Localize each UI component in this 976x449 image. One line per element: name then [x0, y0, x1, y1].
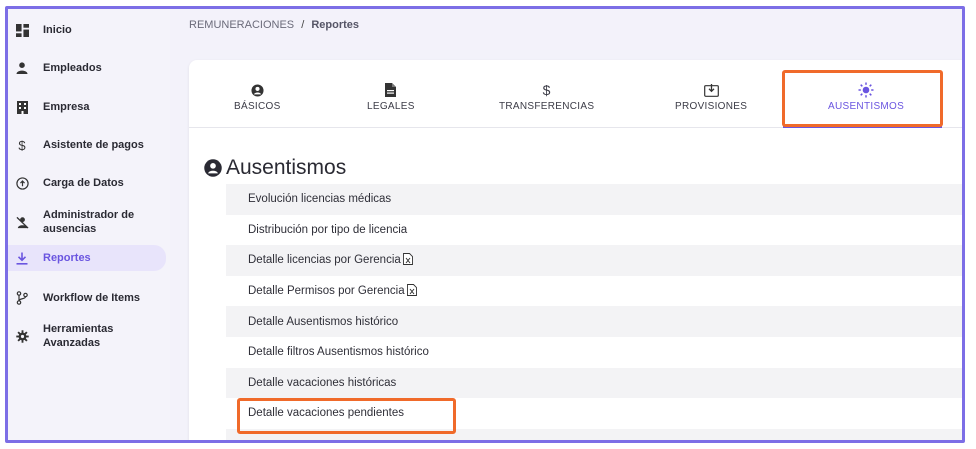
sidebar-item-empresa[interactable]: Empresa: [8, 96, 166, 118]
person-icon: [13, 59, 31, 77]
gear-icon: [13, 327, 31, 345]
tab-legales[interactable]: LEGALES: [367, 82, 415, 112]
tab-label: AUSENTISMOS: [828, 101, 905, 112]
list-item[interactable]: Detalle vacaciones pendientes: [226, 398, 962, 429]
report-list: Evolución licencias médicas Distribución…: [226, 184, 962, 440]
list-item[interactable]: Detalle vacaciones históricas: [226, 367, 962, 399]
sidebar-item-reportes[interactable]: Reportes: [8, 245, 166, 271]
list-item[interactable]: Detalle licencias por Gerencia: [226, 245, 962, 276]
sidebar-item-label: Inicio: [43, 24, 72, 36]
report-name: Detalle vacaciones históricas: [248, 376, 397, 389]
sidebar-item-label: Empresa: [43, 101, 90, 113]
sun-icon: [858, 82, 874, 98]
tab-label: LEGALES: [367, 101, 415, 112]
report-name: Detalle Ausentismos histórico: [248, 315, 399, 328]
report-tabs: BÁSICOS LEGALES $ TRANSFERENCIAS PROVISI…: [189, 60, 962, 128]
sidebar-item-inicio[interactable]: Inicio: [8, 19, 166, 41]
sidebar-item-label: Carga de Datos: [43, 177, 124, 189]
dollar-icon: $: [542, 82, 551, 98]
sidebar-item-label: Reportes: [43, 252, 91, 264]
tab-basicos[interactable]: BÁSICOS: [234, 82, 281, 112]
sidebar-item-carga-de-datos[interactable]: Carga de Datos: [8, 172, 166, 194]
list-item[interactable]: Detalle Ausentismos histórico: [226, 306, 962, 337]
list-item[interactable]: Evolución licencias médicas: [226, 184, 962, 215]
tab-label: TRANSFERENCIAS: [499, 101, 595, 112]
app-frame: Inicio Empleados Empresa $ Asistente de …: [5, 6, 965, 443]
person-off-icon: [13, 213, 31, 231]
breadcrumb-parent[interactable]: REMUNERACIONES: [189, 19, 294, 31]
download-icon: [13, 249, 31, 267]
user-circle-icon: [251, 82, 264, 98]
breadcrumb-separator: /: [301, 19, 305, 31]
active-tab-indicator: [783, 126, 942, 128]
upload-circle-icon: [13, 174, 31, 192]
tab-label: BÁSICOS: [234, 101, 281, 112]
section-title-text: Ausentismos: [226, 156, 347, 179]
sidebar-item-empleados[interactable]: Empleados: [8, 57, 166, 79]
sidebar-item-label: Administrador de ausencias: [43, 209, 135, 235]
report-name: Detalle licencias por Gerencia: [248, 254, 401, 267]
tab-provisiones[interactable]: PROVISIONES: [675, 82, 747, 112]
list-item[interactable]: Detalle filtros Ausentismos histórico: [226, 337, 962, 368]
breadcrumb: REMUNERACIONES / Reportes: [189, 19, 359, 31]
breadcrumb-current: Reportes: [311, 19, 359, 31]
dashboard-icon: [13, 21, 31, 39]
report-name: Detalle Permisos por Gerencia: [248, 285, 405, 298]
sidebar-item-herramientas-avanzadas[interactable]: Herramientas Avanzadas: [8, 320, 166, 352]
sidebar-item-asistente-de-pagos[interactable]: $ Asistente de pagos: [8, 134, 166, 156]
sidebar: Inicio Empleados Empresa $ Asistente de …: [8, 9, 170, 440]
branch-icon: [13, 289, 31, 307]
sidebar-item-label: Asistente de pagos: [43, 139, 144, 151]
list-item[interactable]: Distribución por tipo de licencia: [226, 215, 962, 246]
sidebar-item-label: Empleados: [43, 62, 102, 74]
reports-card: BÁSICOS LEGALES $ TRANSFERENCIAS PROVISI…: [189, 60, 962, 440]
tab-label: PROVISIONES: [675, 101, 748, 112]
section-title: Ausentismos: [204, 156, 346, 180]
inbox-download-icon: [703, 82, 719, 98]
list-item[interactable]: Detalle Permisos por Gerencia: [226, 276, 962, 307]
sidebar-item-workflow-de-items[interactable]: Workflow de Items: [8, 287, 166, 309]
dollar-icon: $: [18, 137, 26, 153]
excel-file-icon[interactable]: [402, 253, 413, 268]
report-name: Distribución por tipo de licencia: [248, 223, 408, 236]
sidebar-item-administrador-de-ausencias[interactable]: Administrador de ausencias: [8, 206, 166, 238]
excel-file-icon[interactable]: [406, 283, 417, 299]
sidebar-item-label: Workflow de Items: [43, 292, 140, 304]
tab-ausentismos[interactable]: AUSENTISMOS: [828, 82, 904, 112]
building-icon: [13, 98, 31, 116]
report-name: Evolución licencias médicas: [248, 193, 392, 206]
report-name: Detalle filtros Ausentismos histórico: [248, 346, 429, 359]
sidebar-item-label: Herramientas Avanzadas: [43, 323, 114, 349]
document-icon: [385, 82, 397, 98]
report-name: Detalle vacaciones pendientes: [248, 407, 404, 420]
tab-transferencias[interactable]: $ TRANSFERENCIAS: [499, 82, 594, 112]
user-circle-icon: [204, 159, 222, 177]
list-item: [226, 428, 962, 440]
